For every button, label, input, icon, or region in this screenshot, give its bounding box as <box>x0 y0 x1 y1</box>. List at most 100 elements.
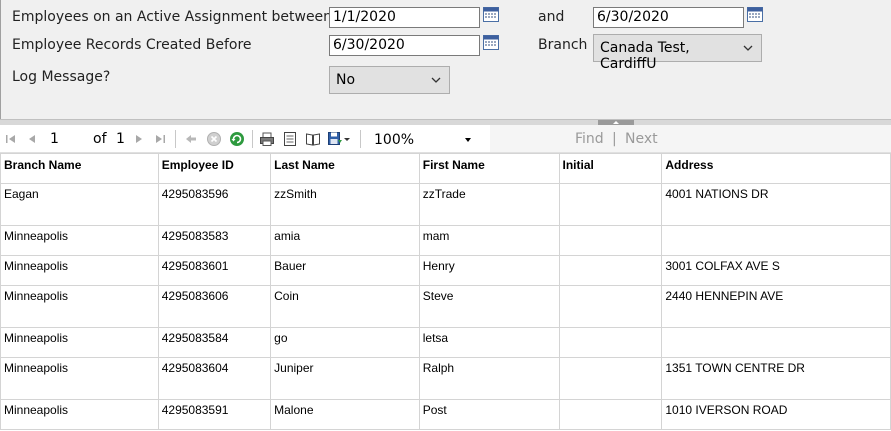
table-cell: 1010 IVERSON ROAD <box>661 399 891 430</box>
of-label: of <box>93 131 107 147</box>
report-toolbar: 1 of 1 100% Find | Next <box>0 125 891 153</box>
parameters-panel: Employees on an Active Assignment betwee… <box>0 0 891 121</box>
table-cell: zzTrade <box>418 183 560 226</box>
column-header: Last Name <box>270 153 420 184</box>
table-row: Minneapolis 4295083604 Juniper Ralph 135… <box>0 357 891 400</box>
toolbar-separator <box>360 130 361 148</box>
previous-page-icon[interactable] <box>24 131 40 147</box>
branch-select-value: Canada Test, CardiffU <box>600 40 690 72</box>
zoom-select[interactable]: 100% <box>366 128 478 150</box>
find-area: Find | Next <box>490 125 891 152</box>
table-cell: Minneapolis <box>0 357 159 400</box>
table-cell: letsa <box>418 327 560 358</box>
page-setup-icon[interactable] <box>305 131 321 147</box>
table-row: Minneapolis 4295083591 Malone Post 1010 … <box>0 399 891 430</box>
calendar-icon[interactable] <box>747 7 763 22</box>
table-cell <box>558 183 663 226</box>
table-cell: Henry <box>418 255 560 286</box>
table-cell <box>558 399 663 430</box>
table-cell <box>661 327 891 358</box>
header-row: Branch Name Employee ID Last Name First … <box>0 153 891 184</box>
table-cell <box>558 327 663 358</box>
page-number-input[interactable]: 1 <box>45 129 81 149</box>
log-message-select[interactable]: No <box>329 66 450 94</box>
table-cell <box>558 255 663 286</box>
created-before-input[interactable]: 6/30/2020 <box>329 35 480 56</box>
table-cell: 3001 COLFAX AVE S <box>661 255 891 286</box>
table-cell: Minneapolis <box>0 327 159 358</box>
table-cell: 4295083583 <box>157 225 272 256</box>
table-cell <box>558 225 663 256</box>
calendar-icon[interactable] <box>483 7 499 22</box>
table-cell: Post <box>418 399 560 430</box>
table-cell: 4295083604 <box>157 357 272 400</box>
table-cell <box>558 285 663 328</box>
table-cell: Juniper <box>270 357 420 400</box>
column-header: Address <box>661 153 891 184</box>
active-between-label: Employees on an Active Assignment betwee… <box>12 9 333 25</box>
table-row: Minneapolis 4295083601 Bauer Henry 3001 … <box>0 255 891 286</box>
export-icon[interactable] <box>327 131 343 147</box>
table-cell: Minneapolis <box>0 285 159 328</box>
table-cell: Ralph <box>418 357 560 400</box>
branch-select[interactable]: Canada Test, CardiffU <box>593 34 762 72</box>
table-cell: 4295083601 <box>157 255 272 286</box>
toolbar-separator <box>252 130 253 148</box>
print-icon[interactable] <box>259 131 275 147</box>
toolbar-separator <box>175 130 176 148</box>
branch-label: Branch <box>538 37 588 53</box>
table-cell: Steve <box>418 285 560 328</box>
table-cell: 2440 HENNEPIN AVE <box>661 285 891 328</box>
table-cell: Eagan <box>0 183 159 226</box>
table-cell: Malone <box>270 399 420 430</box>
export-dropdown-icon[interactable] <box>343 131 351 147</box>
total-pages: 1 <box>116 131 125 147</box>
table-cell: mam <box>418 225 560 256</box>
first-page-icon[interactable] <box>3 131 19 147</box>
table-cell: Minneapolis <box>0 225 159 256</box>
column-header: Employee ID <box>157 153 272 184</box>
table-row: Minneapolis 4295083606 Coin Steve 2440 H… <box>0 285 891 328</box>
start-date-input[interactable]: 1/1/2020 <box>329 7 480 28</box>
chevron-down-icon <box>743 45 753 51</box>
log-message-label: Log Message? <box>12 69 111 85</box>
table-row: Eagan 4295083596 zzSmith zzTrade 4001 NA… <box>0 183 891 226</box>
table-row: Minneapolis 4295083583 amia mam <box>0 225 891 256</box>
find-separator: | <box>612 131 617 147</box>
next-link[interactable]: Next <box>625 131 658 147</box>
table-cell <box>661 225 891 256</box>
table-cell: Minneapolis <box>0 399 159 430</box>
stop-icon[interactable] <box>206 131 222 147</box>
table-cell: 1351 TOWN CENTRE DR <box>661 357 891 400</box>
find-link[interactable]: Find <box>575 131 604 147</box>
calendar-icon[interactable] <box>483 35 499 50</box>
refresh-icon[interactable] <box>229 131 245 147</box>
table-cell: 4295083591 <box>157 399 272 430</box>
table-cell: Coin <box>270 285 420 328</box>
table-cell: 4295083596 <box>157 183 272 226</box>
report-body: Branch Name Employee ID Last Name First … <box>0 153 891 431</box>
table-cell: Minneapolis <box>0 255 159 286</box>
employee-table: Branch Name Employee ID Last Name First … <box>0 153 891 430</box>
table-row: Minneapolis 4295083584 go letsa <box>0 327 891 358</box>
table-cell: 4295083584 <box>157 327 272 358</box>
next-page-icon[interactable] <box>131 131 147 147</box>
table-cell: zzSmith <box>270 183 420 226</box>
back-icon[interactable] <box>183 131 199 147</box>
log-message-select-value: No <box>336 72 356 88</box>
column-header: First Name <box>418 153 560 184</box>
zoom-value: 100% <box>374 132 415 148</box>
table-cell: go <box>270 327 420 358</box>
end-date-input[interactable]: 6/30/2020 <box>593 7 744 28</box>
table-cell: Bauer <box>270 255 420 286</box>
page-layout-icon[interactable] <box>282 131 298 147</box>
table-cell: amia <box>270 225 420 256</box>
chevron-down-icon <box>431 77 441 83</box>
table-cell: 4001 NATIONS DR <box>661 183 891 226</box>
column-header: Branch Name <box>0 153 159 184</box>
column-header: Initial <box>558 153 663 184</box>
last-page-icon[interactable] <box>152 131 168 147</box>
table-cell <box>558 357 663 400</box>
dropdown-arrow-icon <box>465 138 471 142</box>
and-label: and <box>538 9 565 25</box>
